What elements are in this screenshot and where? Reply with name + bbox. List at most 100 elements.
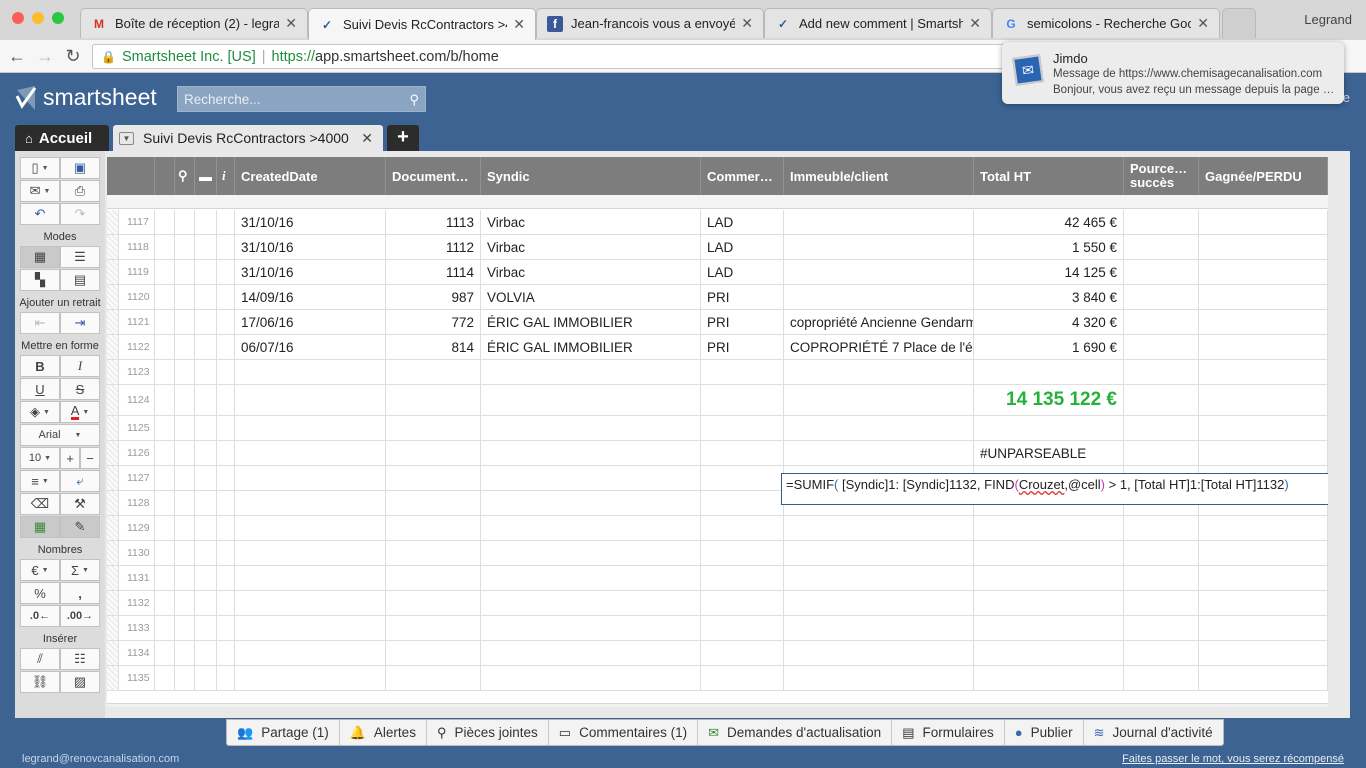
cell-syndic[interactable] (481, 616, 701, 640)
cell-document[interactable]: 987 (386, 285, 481, 309)
cell-createddate[interactable]: 31/10/16 (235, 210, 386, 234)
increase-size-button[interactable]: + (60, 447, 80, 469)
cell-total-ht[interactable] (974, 616, 1124, 640)
cell-comment[interactable] (195, 666, 217, 690)
table-row[interactable]: 1118 31/10/16 1112 Virbac LAD 1 550 € (107, 235, 1328, 260)
cell-comment[interactable] (195, 310, 217, 334)
cell-info[interactable] (217, 641, 235, 665)
cell-commercial[interactable] (701, 566, 784, 590)
cell-immeuble-client[interactable] (784, 566, 974, 590)
col-document[interactable]: Document… (386, 157, 481, 195)
cell-comment[interactable] (195, 210, 217, 234)
cell-document[interactable] (386, 441, 481, 465)
close-tab-icon[interactable]: ✕ (1197, 15, 1209, 32)
cell-total-ht[interactable] (974, 591, 1124, 615)
cell-attachment[interactable] (175, 210, 195, 234)
cell-total-ht[interactable]: 14 125 € (974, 260, 1124, 284)
cell-comment[interactable] (195, 441, 217, 465)
expand-icon[interactable]: ⤢ (137, 705, 147, 707)
cell-createddate[interactable] (235, 385, 386, 415)
cell-gagnee-perdu[interactable] (1199, 641, 1328, 665)
cell-info[interactable] (217, 466, 235, 490)
cell-gagnee-perdu[interactable] (1199, 566, 1328, 590)
cell-syndic[interactable]: Virbac (481, 235, 701, 259)
cell-attachment[interactable] (175, 335, 195, 359)
cell-document[interactable] (386, 466, 481, 490)
cell-document[interactable]: 772 (386, 310, 481, 334)
table-row[interactable]: 1122 06/07/16 814 ÉRIC GAL IMMOBILIER PRI COP… (107, 335, 1328, 360)
cell-syndic[interactable] (481, 641, 701, 665)
cell-info[interactable] (217, 385, 235, 415)
currency-button[interactable]: € ▼ (20, 559, 60, 581)
col-pourcentage-succes[interactable]: Pource… succès (1124, 157, 1199, 195)
cell-commercial[interactable] (701, 491, 784, 515)
insert-column-button[interactable]: ⫽ (20, 648, 60, 670)
thousands-separator-button[interactable]: , (60, 582, 100, 604)
browser-tab-smartsheet-comment[interactable]: ✓ Add new comment | Smartsheet ✕ (764, 8, 992, 38)
cell-info[interactable] (217, 591, 235, 615)
cell-commercial[interactable] (701, 541, 784, 565)
text-color-button[interactable]: A ▼ (60, 401, 100, 423)
cell-spacer[interactable] (155, 466, 175, 490)
cell-attachment[interactable] (175, 416, 195, 440)
browser-tab-google[interactable]: G semicolons - Recherche Google ✕ (992, 8, 1220, 38)
close-tab-icon[interactable]: ✕ (741, 15, 753, 32)
fill-color-button[interactable]: ◈ ▼ (20, 401, 60, 423)
cell-document[interactable] (386, 641, 481, 665)
cell-syndic[interactable] (481, 491, 701, 515)
highlight-changes-button[interactable]: ✎ (60, 516, 100, 538)
clear-format-button[interactable]: ⌫ (20, 493, 60, 515)
cell-spacer[interactable] (155, 491, 175, 515)
cell-gagnee-perdu[interactable] (1199, 385, 1328, 415)
referral-link[interactable]: Faites passer le mot, vous serez récompe… (1122, 753, 1344, 765)
cell-attachment[interactable] (175, 616, 195, 640)
cell-info[interactable] (217, 616, 235, 640)
cell-comment[interactable] (195, 360, 217, 384)
cell-createddate[interactable] (235, 466, 386, 490)
cell-attachment[interactable] (175, 285, 195, 309)
cell-syndic[interactable] (481, 516, 701, 540)
cell-commercial[interactable] (701, 666, 784, 690)
cell-immeuble-client[interactable] (784, 360, 974, 384)
table-row[interactable]: 1124 14 135 122 € (107, 385, 1328, 416)
close-window-button[interactable] (12, 12, 24, 24)
cell-comment[interactable] (195, 285, 217, 309)
insert-row-button[interactable]: ☷ (60, 648, 100, 670)
cell-immeuble-client[interactable] (784, 285, 974, 309)
forward-arrow-icon[interactable]: → (34, 45, 56, 67)
cell-createddate[interactable]: 31/10/16 (235, 235, 386, 259)
cell-pourcentage-succes[interactable] (1124, 235, 1199, 259)
save-button[interactable]: ▣ (60, 157, 100, 179)
cell-comment[interactable] (195, 641, 217, 665)
table-row[interactable]: 1130 (107, 541, 1328, 566)
conditional-format-button[interactable]: ▦ (20, 516, 60, 538)
cell-createddate[interactable] (235, 441, 386, 465)
cell-createddate[interactable] (235, 541, 386, 565)
cell-commercial[interactable] (701, 616, 784, 640)
cell-document[interactable]: 1114 (386, 260, 481, 284)
back-arrow-icon[interactable]: ← (6, 45, 28, 67)
cell-attachment[interactable] (175, 260, 195, 284)
close-tab-icon[interactable]: ✕ (513, 16, 525, 33)
decrease-size-button[interactable]: − (80, 447, 100, 469)
cell-createddate[interactable] (235, 641, 386, 665)
close-icon[interactable]: ✕ (361, 130, 373, 147)
cell-document[interactable] (386, 416, 481, 440)
cell-gagnee-perdu[interactable] (1199, 591, 1328, 615)
cell-total-ht[interactable]: 14 135 122 € (974, 385, 1124, 415)
cell-pourcentage-succes[interactable] (1124, 516, 1199, 540)
cell-syndic[interactable]: VOLVIA (481, 285, 701, 309)
attachments-button[interactable]: ⚲ Pièces jointes (427, 720, 549, 745)
outdent-button[interactable]: ⇤ (20, 312, 60, 334)
cell-info[interactable] (217, 285, 235, 309)
cell-gagnee-perdu[interactable] (1199, 541, 1328, 565)
cell-immeuble-client[interactable] (784, 441, 974, 465)
profile-name[interactable]: Legrand (1304, 12, 1352, 27)
col-commercial[interactable]: Commer… (701, 157, 784, 195)
cell-info[interactable] (217, 516, 235, 540)
cell-gagnee-perdu[interactable] (1199, 516, 1328, 540)
italic-button[interactable]: I (60, 355, 100, 377)
insert-link-button[interactable]: ⛓ (20, 671, 60, 693)
cell-spacer[interactable] (155, 235, 175, 259)
cell-info[interactable] (217, 491, 235, 515)
